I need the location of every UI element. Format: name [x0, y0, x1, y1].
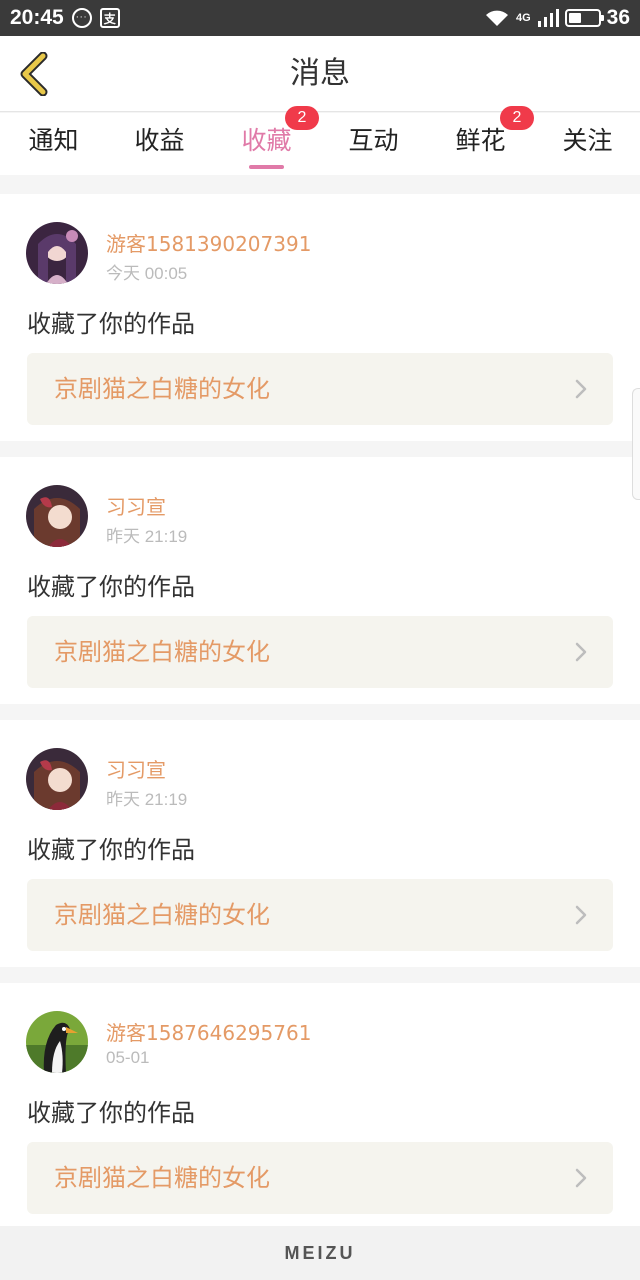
username[interactable]: 游客1581390207391	[106, 228, 311, 257]
work-link[interactable]: 京剧猫之白糖的女化	[27, 879, 613, 951]
timestamp: 今天 00:05	[106, 264, 188, 283]
status-time: 20:45	[10, 6, 64, 29]
brand-logo: MEIZU	[284, 1243, 356, 1263]
timestamp: 05-01	[106, 1048, 150, 1067]
page-title: 消息	[290, 56, 350, 91]
status-bar: 20:45 ··· 支 4G 36	[0, 0, 640, 36]
favorites-badge: 2	[285, 106, 319, 130]
tab-label: 关注	[562, 126, 613, 155]
scrollbar-handle[interactable]	[632, 388, 640, 500]
action-text: 收藏了你的作品	[27, 836, 195, 864]
wifi-icon	[485, 10, 508, 26]
tab-label: 收益	[134, 126, 185, 155]
action-text: 收藏了你的作品	[27, 573, 195, 601]
message-tabs: 通知 收益 收藏 2 互动 鲜花 2 关注	[0, 106, 640, 175]
tab-notifications[interactable]: 通知	[0, 113, 107, 175]
work-link[interactable]: 京剧猫之白糖的女化	[27, 616, 613, 688]
tab-flowers[interactable]: 鲜花 2	[427, 106, 534, 175]
avatar[interactable]	[26, 485, 88, 547]
username[interactable]: 习习宣	[106, 491, 166, 520]
pay-app-icon: 支	[99, 8, 120, 28]
tab-label: 鲜花	[455, 126, 506, 155]
timestamp: 昨天 21:19	[106, 527, 188, 546]
tab-favorites[interactable]: 收藏 2	[213, 106, 320, 175]
username[interactable]: 游客1587646295761	[106, 1017, 311, 1046]
battery-level: 36	[606, 6, 630, 29]
chevron-right-icon	[575, 379, 587, 399]
work-title: 京剧猫之白糖的女化	[54, 638, 270, 666]
tab-interactions[interactable]: 互动	[320, 113, 427, 175]
list-item: 习习宣 昨天 21:19 收藏了你的作品 京剧猫之白糖的女化	[0, 720, 640, 967]
flowers-badge: 2	[500, 106, 534, 130]
list-item: 游客1581390207391 今天 00:05 收藏了你的作品 京剧猫之白糖的…	[0, 194, 640, 441]
avatar[interactable]	[26, 748, 88, 810]
bottom-bar: MEIZU	[0, 1226, 640, 1280]
chevron-right-icon	[575, 905, 587, 925]
avatar[interactable]	[26, 1011, 88, 1073]
chevron-right-icon	[575, 642, 587, 662]
timestamp: 昨天 21:19	[106, 790, 188, 809]
signal-icon	[537, 9, 559, 27]
work-title: 京剧猫之白糖的女化	[54, 901, 270, 929]
work-link[interactable]: 京剧猫之白糖的女化	[27, 1142, 613, 1214]
network-type: 4G	[515, 12, 531, 24]
avatar[interactable]	[26, 222, 88, 284]
battery-icon	[564, 9, 604, 27]
chevron-right-icon	[575, 1168, 587, 1188]
tab-label: 通知	[28, 126, 79, 155]
list-item: 游客1587646295761 05-01 收藏了你的作品 京剧猫之白糖的女化	[0, 983, 640, 1230]
action-text: 收藏了你的作品	[27, 1099, 195, 1127]
list-item: 习习宣 昨天 21:19 收藏了你的作品 京剧猫之白糖的女化	[0, 457, 640, 704]
username[interactable]: 习习宣	[106, 754, 166, 783]
active-tab-indicator	[249, 165, 284, 169]
work-title: 京剧猫之白糖的女化	[54, 1164, 270, 1192]
nav-bar: 消息	[0, 36, 640, 112]
tab-earnings[interactable]: 收益	[106, 113, 213, 175]
work-title: 京剧猫之白糖的女化	[54, 375, 270, 403]
tab-label: 收藏	[241, 126, 292, 155]
tab-following[interactable]: 关注	[534, 113, 640, 175]
work-link[interactable]: 京剧猫之白糖的女化	[27, 353, 613, 425]
action-text: 收藏了你的作品	[27, 310, 195, 338]
tab-label: 互动	[348, 126, 399, 155]
message-notification-icon: ···	[71, 8, 92, 28]
